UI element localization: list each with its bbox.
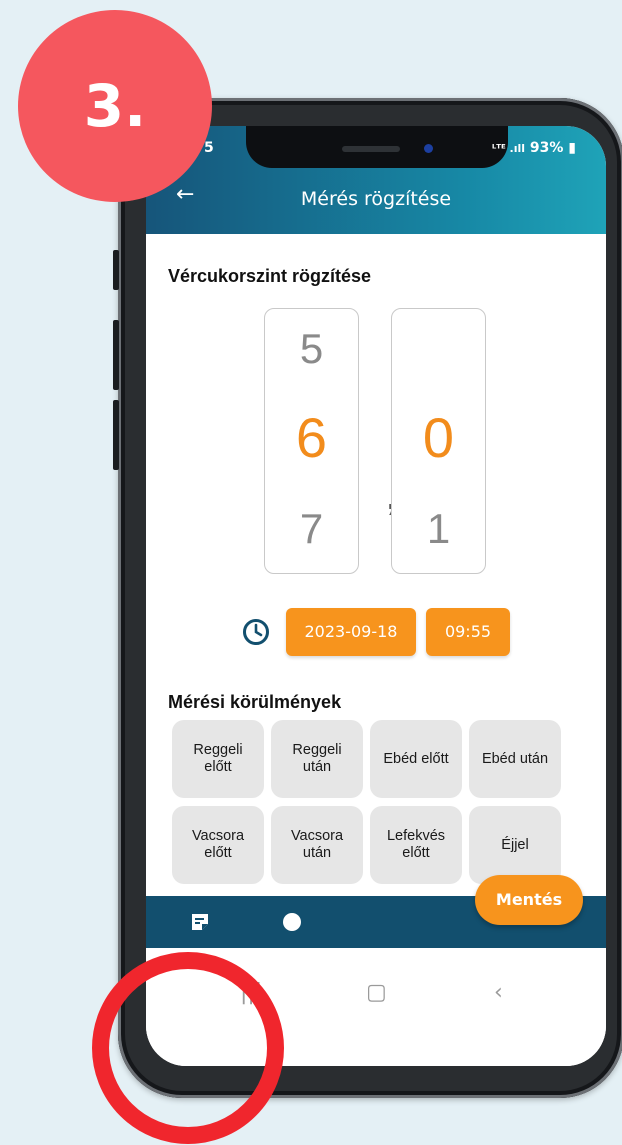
save-button[interactable]: Mentés <box>475 875 583 925</box>
condition-night[interactable]: Éjjel <box>469 806 561 884</box>
condition-before-dinner[interactable]: Vacsora előtt <box>172 806 264 884</box>
back-icon[interactable]: ‹ <box>494 980 503 1005</box>
condition-after-lunch[interactable]: Ebéd után <box>469 720 561 798</box>
phone-side-button <box>113 320 119 390</box>
camera-notch <box>246 126 508 168</box>
speaker-grille <box>342 146 400 152</box>
status-bar-left: 5 <box>204 140 214 156</box>
condition-before-bed[interactable]: Lefekvés előtt <box>370 806 462 884</box>
page-title: Mérés rögzítése <box>300 188 452 210</box>
highlight-ring <box>92 952 284 1144</box>
condition-before-lunch[interactable]: Ebéd előtt <box>370 720 462 798</box>
condition-after-breakfast[interactable]: Reggeli után <box>271 720 363 798</box>
phone-screen: 5 ᴸᵀᴱ .ıll 93% ▮ ← Mérés rögzítése Vércu… <box>146 126 606 1066</box>
integer-picker[interactable]: 5 6 7 <box>264 308 359 574</box>
decimal-picker-selected: 0 <box>422 406 455 469</box>
battery-level: 93% <box>529 140 564 156</box>
decimal-picker[interactable]: 0 1 <box>391 308 486 574</box>
phone-side-button <box>113 250 119 290</box>
clock-icon <box>243 619 269 645</box>
decimal-picker-below: 1 <box>426 505 451 552</box>
front-camera <box>424 144 433 153</box>
integer-picker-below: 7 <box>299 505 324 552</box>
battery-icon: ▮ <box>568 140 576 156</box>
blood-sugar-section-title: Vércukorszint rögzítése <box>168 266 372 286</box>
home-icon[interactable]: ▢ <box>366 980 387 1005</box>
signal-indicator: ᴸᵀᴱ .ıll <box>491 142 526 155</box>
condition-before-breakfast[interactable]: Reggeli előtt <box>172 720 264 798</box>
conditions-section-title: Mérési körülmények <box>168 692 342 712</box>
note-icon[interactable] <box>190 912 210 932</box>
chart-icon[interactable] <box>282 912 302 932</box>
integer-picker-selected: 6 <box>295 406 328 469</box>
condition-after-dinner[interactable]: Vacsora után <box>271 806 363 884</box>
status-bar-right: ᴸᵀᴱ .ıll 93% ▮ <box>492 140 576 156</box>
phone-side-button <box>113 400 119 470</box>
app-header: 5 ᴸᵀᴱ .ıll 93% ▮ ← Mérés rögzítése <box>146 126 606 234</box>
step-badge: 3. <box>18 10 212 202</box>
integer-picker-above: 5 <box>299 325 324 372</box>
date-button[interactable]: 2023-09-18 <box>286 608 416 656</box>
time-button[interactable]: 09:55 <box>426 608 510 656</box>
